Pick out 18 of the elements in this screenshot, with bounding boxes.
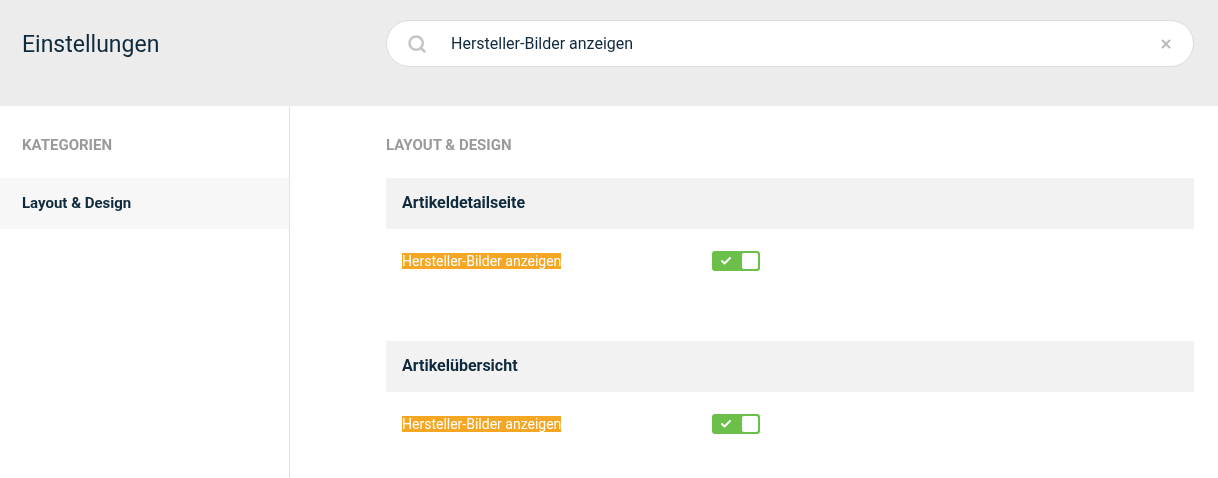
search-icon [407,33,427,54]
toggle-switch[interactable] [712,250,760,271]
setting-label: Hersteller-Bilder anzeigen [402,252,562,269]
toggle-knob [742,252,758,269]
group-header: Artikeldetailseite [386,177,1194,229]
section-heading: LAYOUT & DESIGN [386,135,513,156]
toggle-switch[interactable] [712,413,760,434]
check-icon [720,254,732,267]
toggle-knob [742,415,758,432]
setting-label: Hersteller-Bilder anzeigen [402,415,562,432]
search-bar[interactable]: Hersteller-Bilder anzeigen [386,20,1194,67]
search-field[interactable]: Hersteller-Bilder anzeigen [451,31,1159,56]
clear-icon[interactable] [1159,36,1173,51]
group-header: Artikelübersicht [386,340,1194,392]
page-title: Einstellungen [22,30,161,60]
sidebar-item[interactable]: Layout & Design [0,177,289,229]
check-icon [720,417,732,430]
sidebar-heading: KATEGORIEN [21,135,114,156]
